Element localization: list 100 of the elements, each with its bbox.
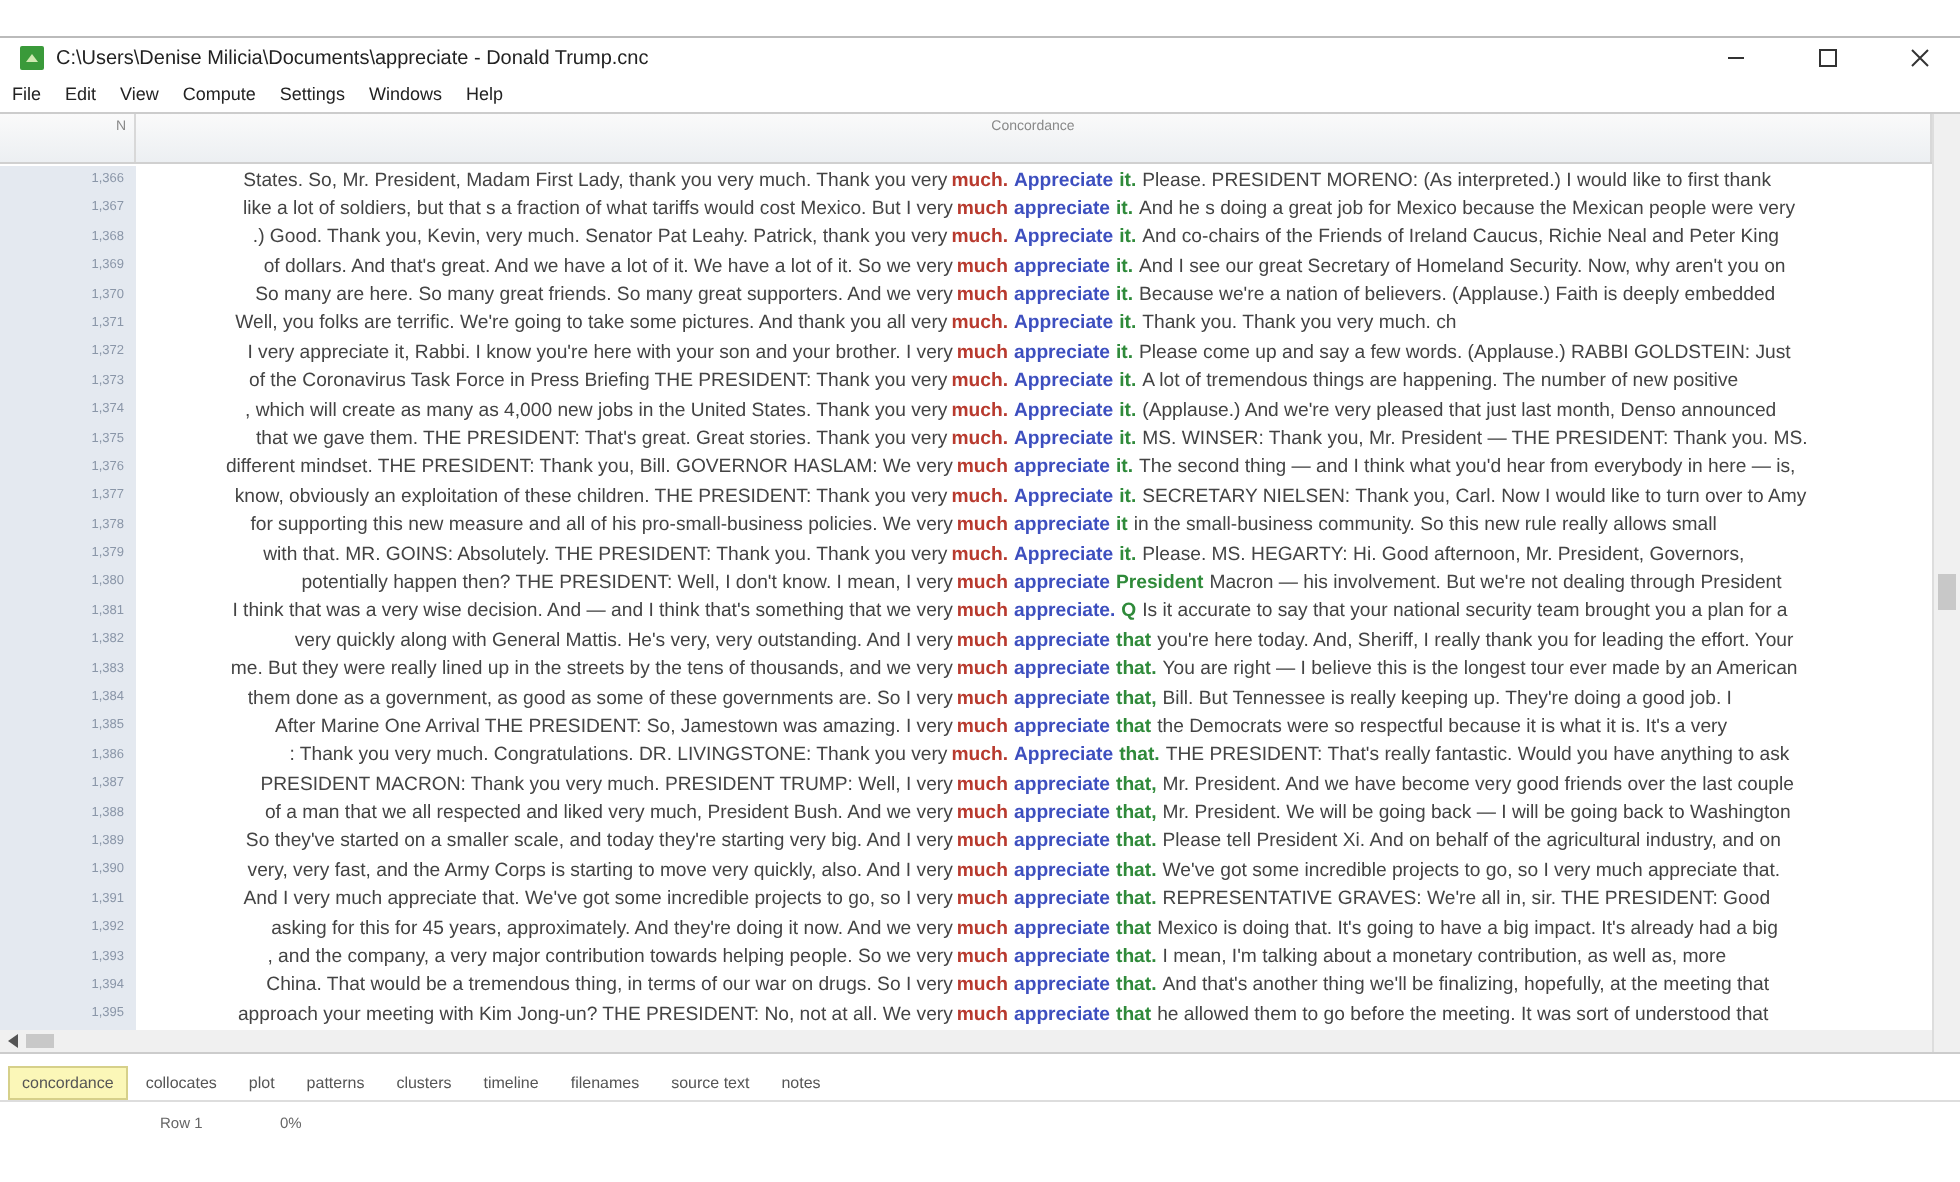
collocate-word: much <box>956 598 1008 627</box>
right-context: Please. MS. HEGARTY: Hi. Good afternoon, Mr. President, Governors, <box>1142 541 1745 570</box>
collocate-word: much. <box>951 368 1008 397</box>
left-context: know, obviously an exploitation of these children. THE PRESIDENT: Thank you very <box>234 483 948 512</box>
collocate-word: it <box>1116 512 1128 541</box>
right-context: MS. WINSER: Thank you, Mr. President — THE PRESIDENT: Thank you. MS. <box>1142 426 1808 455</box>
collocate-word: much. <box>951 224 1008 253</box>
search-word: Appreciate <box>1014 541 1114 570</box>
collocate-word: much <box>956 944 1008 973</box>
right-context: he allowed them to go before the meeting. It was sort of understood that <box>1157 1001 1769 1030</box>
collocate-word: much. <box>951 397 1008 426</box>
scroll-thumb[interactable] <box>26 1033 54 1048</box>
menu-item[interactable]: Windows <box>364 83 446 103</box>
right-context: Mr. President. And we have become very good friends over the last couple <box>1162 771 1794 800</box>
collocate-word: it. <box>1119 541 1137 570</box>
search-word: Appreciate <box>1014 426 1114 455</box>
left-context: of the Coronavirus Task Force in Press Briefing THE PRESIDENT: Thank you very <box>248 368 948 397</box>
left-context: I think that was a very wise decision. And — and I think that's something that we very <box>232 598 953 627</box>
left-context: different mindset. THE PRESIDENT: Thank you, Bill. GOVERNOR HASLAM: We very <box>225 454 953 483</box>
left-context: : Thank you very much. Congratulations. DR. LIVINGSTONE: Thank you very <box>289 742 948 771</box>
view-tab[interactable]: clusters <box>382 1065 466 1100</box>
left-context: me. But they were really lined up in the streets by the tens of thousands, and we very <box>230 656 953 685</box>
right-context: The second thing — and I think what you'd hear from everybody in here — is, <box>1139 454 1796 483</box>
menu-item[interactable]: File <box>8 83 46 103</box>
view-tab[interactable]: timeline <box>469 1065 553 1100</box>
left-context: China. That would be a tremendous thing, in terms of our war on drugs. So I very <box>266 972 953 1001</box>
left-context: like a lot of soldiers, but that s a fraction of what tariffs would cost Mexico. But I very <box>242 195 953 224</box>
left-context: .) Good. Thank you, Kevin, very much. Senator Pat Leahy. Patrick, thank you very <box>252 224 948 253</box>
search-word: appreciate <box>1014 972 1110 1001</box>
collocate-word: it. <box>1116 282 1134 311</box>
menu-item[interactable]: Settings <box>275 83 349 103</box>
search-word: appreciate <box>1014 627 1110 656</box>
right-context: Please come up and say a few words. (Applause.) RABBI GOLDSTEIN: Just <box>1139 339 1791 368</box>
view-tab[interactable]: notes <box>767 1065 835 1100</box>
view-tab[interactable]: filenames <box>556 1065 654 1100</box>
menu-item[interactable]: Edit <box>61 83 101 103</box>
search-word: appreciate <box>1014 512 1110 541</box>
app-icon <box>20 46 44 70</box>
left-context: asking for this for 45 years, approximately. And they're doing it now. And we very <box>271 915 953 944</box>
right-context: Macron — his involvement. But we're not dealing through President <box>1209 569 1782 598</box>
collocate-word: much <box>956 1001 1008 1030</box>
left-context: , which will create as many as 4,000 new jobs in the United States. Thank you very <box>244 397 948 426</box>
menu-item[interactable]: View <box>116 83 163 103</box>
right-context: A lot of tremendous things are happening. The number of new positive <box>1142 368 1739 397</box>
view-tab[interactable]: collocates <box>131 1065 231 1100</box>
left-arrow-icon[interactable] <box>8 1033 20 1048</box>
view-tab[interactable]: concordance <box>8 1065 128 1100</box>
collocate-word: much <box>956 282 1008 311</box>
collocate-word: much <box>956 915 1008 944</box>
collocate-word: that. <box>1116 886 1157 915</box>
left-context: So many are here. So many great friends. So many great supporters. And we very <box>255 282 953 311</box>
menu-item[interactable]: Compute <box>178 83 260 103</box>
left-context: Well, you folks are terrific. We're going to take some pictures. And thank you all very <box>235 310 948 339</box>
collocate-word: much. <box>951 310 1008 339</box>
scroll-thumb[interactable] <box>1938 574 1956 610</box>
collocate-word: much <box>956 569 1008 598</box>
collocate-word: much. <box>951 426 1008 455</box>
collocate-word: that. <box>1116 972 1157 1001</box>
right-context: Mr. President. We will be going back — I will be going back to Washington <box>1162 800 1791 829</box>
right-context: Please. PRESIDENT MORENO: (As interpreted.) I would like to first thank <box>1142 167 1772 195</box>
collocate-word: much <box>956 886 1008 915</box>
search-word: appreciate <box>1014 828 1110 857</box>
collocate-word: it. <box>1119 310 1137 339</box>
right-context: THE PRESIDENT: That's really fantastic. Would you have anything to ask <box>1165 742 1790 771</box>
horizontal-scrollbar[interactable] <box>0 1029 1932 1052</box>
right-context: Mexico is doing that. It's going to have a big impact. It's already had a big <box>1157 915 1778 944</box>
collocate-word: it. <box>1119 426 1137 455</box>
search-word: appreciate <box>1014 857 1110 886</box>
close-icon <box>1910 48 1930 68</box>
right-context: We've got some incredible projects to go, so I very much appreciate that. <box>1162 857 1781 886</box>
collocate-word: that <box>1116 915 1152 944</box>
collocate-word: it. <box>1119 483 1137 512</box>
collocate-word: much <box>956 339 1008 368</box>
view-tab[interactable]: patterns <box>292 1065 379 1100</box>
collocate-word: that. <box>1116 857 1157 886</box>
collocate-word: much <box>956 656 1008 685</box>
search-word: Appreciate <box>1014 742 1114 771</box>
collocate-word: much <box>956 454 1008 483</box>
collocate-word: it. <box>1119 397 1137 426</box>
left-context: very, very fast, and the Army Corps is starting to move very quickly, also. And I very <box>247 857 953 886</box>
collocate-word: much. <box>951 483 1008 512</box>
collocate-word: that. <box>1116 656 1157 685</box>
left-context: States. So, Mr. President, Madam First Lady, thank you very much. Thank you very <box>243 167 948 195</box>
collocate-word: it. <box>1116 253 1134 282</box>
collocate-word: it. <box>1119 224 1137 253</box>
collocate-word: that. <box>1116 944 1157 973</box>
right-context: You are right — I believe this is the longest tour ever made by an American <box>1162 656 1798 685</box>
search-word: appreciate <box>1014 569 1110 598</box>
search-word: appreciate <box>1014 915 1110 944</box>
left-context: with that. MR. GOINS: Absolutely. THE PRESIDENT: Thank you. Thank you very <box>263 541 948 570</box>
search-word: appreciate <box>1014 282 1110 311</box>
left-context: So they've started on a smaller scale, and today they're starting very big. And I very <box>245 828 953 857</box>
right-context: Please tell President Xi. And on behalf of the agricultural industry, and on <box>1162 828 1781 857</box>
view-tab[interactable]: source text <box>657 1065 764 1100</box>
vertical-scrollbar[interactable] <box>1932 114 1960 1052</box>
view-tab[interactable]: plot <box>234 1065 289 1100</box>
left-context: potentially happen then? THE PRESIDENT: Well, I don't know. I mean, I very <box>301 569 953 598</box>
menu-item[interactable]: Help <box>461 83 507 103</box>
collocate-word: President <box>1116 569 1204 598</box>
collocate-word: that <box>1116 1001 1152 1030</box>
